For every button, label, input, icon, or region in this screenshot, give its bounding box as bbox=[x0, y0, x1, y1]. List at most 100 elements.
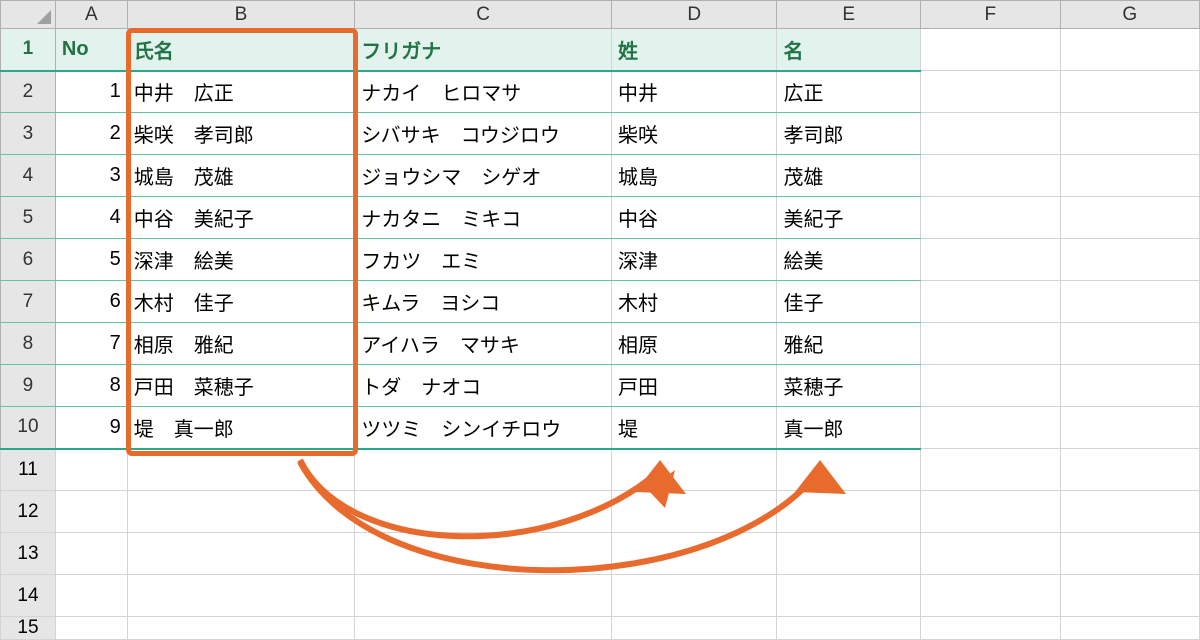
cell-sei[interactable]: 柴咲 bbox=[612, 113, 777, 155]
cell[interactable] bbox=[921, 239, 1060, 281]
cell-no[interactable]: 1 bbox=[55, 71, 127, 113]
cell[interactable] bbox=[355, 491, 612, 533]
cell-name[interactable]: 中谷 美紀子 bbox=[127, 197, 355, 239]
cell[interactable] bbox=[1060, 281, 1199, 323]
cell-name[interactable]: 城島 茂雄 bbox=[127, 155, 355, 197]
cell[interactable] bbox=[921, 29, 1060, 71]
row-header-2[interactable]: 2 bbox=[1, 71, 56, 113]
col-header-D[interactable]: D bbox=[612, 1, 777, 29]
cell[interactable] bbox=[612, 575, 777, 617]
header-mei[interactable]: 名 bbox=[777, 29, 921, 71]
cell[interactable] bbox=[921, 575, 1060, 617]
row-header-6[interactable]: 6 bbox=[1, 239, 56, 281]
cell[interactable] bbox=[777, 449, 921, 491]
cell[interactable] bbox=[921, 617, 1060, 640]
cell-no[interactable]: 5 bbox=[55, 239, 127, 281]
cell-mei[interactable]: 佳子 bbox=[777, 281, 921, 323]
cell-furigana[interactable]: フカツ エミ bbox=[355, 239, 612, 281]
cell-sei[interactable]: 中井 bbox=[612, 71, 777, 113]
cell[interactable] bbox=[921, 155, 1060, 197]
col-header-E[interactable]: E bbox=[777, 1, 921, 29]
col-header-G[interactable]: G bbox=[1060, 1, 1199, 29]
cell-furigana[interactable]: アイハラ マサキ bbox=[355, 323, 612, 365]
cell[interactable] bbox=[355, 449, 612, 491]
cell-mei[interactable]: 広正 bbox=[777, 71, 921, 113]
cell[interactable] bbox=[55, 449, 127, 491]
cell[interactable] bbox=[355, 575, 612, 617]
cell[interactable] bbox=[1060, 71, 1199, 113]
cell[interactable] bbox=[921, 281, 1060, 323]
cell[interactable] bbox=[355, 617, 612, 640]
cell[interactable] bbox=[612, 533, 777, 575]
cell-no[interactable]: 9 bbox=[55, 407, 127, 449]
cell[interactable] bbox=[1060, 113, 1199, 155]
row-header-5[interactable]: 5 bbox=[1, 197, 56, 239]
cell-mei[interactable]: 茂雄 bbox=[777, 155, 921, 197]
row-header-3[interactable]: 3 bbox=[1, 113, 56, 155]
cell[interactable] bbox=[127, 575, 355, 617]
cell-mei[interactable]: 美紀子 bbox=[777, 197, 921, 239]
cell[interactable] bbox=[1060, 617, 1199, 640]
cell[interactable] bbox=[921, 113, 1060, 155]
cell[interactable] bbox=[1060, 407, 1199, 449]
cell[interactable] bbox=[1060, 29, 1199, 71]
cell[interactable] bbox=[55, 533, 127, 575]
row-header-15[interactable]: 15 bbox=[1, 617, 56, 640]
header-sei[interactable]: 姓 bbox=[612, 29, 777, 71]
cell-sei[interactable]: 深津 bbox=[612, 239, 777, 281]
row-header-9[interactable]: 9 bbox=[1, 365, 56, 407]
cell-mei[interactable]: 菜穂子 bbox=[777, 365, 921, 407]
header-name[interactable]: 氏名 bbox=[127, 29, 355, 71]
row-header-1[interactable]: 1 bbox=[1, 29, 56, 71]
col-header-C[interactable]: C bbox=[355, 1, 612, 29]
col-header-B[interactable]: B bbox=[127, 1, 355, 29]
cell-furigana[interactable]: ジョウシマ シゲオ bbox=[355, 155, 612, 197]
cell[interactable] bbox=[921, 197, 1060, 239]
row-header-11[interactable]: 11 bbox=[1, 449, 56, 491]
cell-sei[interactable]: 城島 bbox=[612, 155, 777, 197]
cell[interactable] bbox=[1060, 533, 1199, 575]
cell-name[interactable]: 戸田 菜穂子 bbox=[127, 365, 355, 407]
cell[interactable] bbox=[1060, 575, 1199, 617]
cell-furigana[interactable]: シバサキ コウジロウ bbox=[355, 113, 612, 155]
cell[interactable] bbox=[1060, 155, 1199, 197]
cell[interactable] bbox=[777, 533, 921, 575]
row-header-10[interactable]: 10 bbox=[1, 407, 56, 449]
cell[interactable] bbox=[1060, 491, 1199, 533]
row-header-4[interactable]: 4 bbox=[1, 155, 56, 197]
cell[interactable] bbox=[777, 491, 921, 533]
cell-furigana[interactable]: トダ ナオコ bbox=[355, 365, 612, 407]
cell[interactable] bbox=[127, 617, 355, 640]
cell[interactable] bbox=[612, 617, 777, 640]
cell-sei[interactable]: 相原 bbox=[612, 323, 777, 365]
cell-mei[interactable]: 真一郎 bbox=[777, 407, 921, 449]
row-header-7[interactable]: 7 bbox=[1, 281, 56, 323]
cell-no[interactable]: 8 bbox=[55, 365, 127, 407]
cell-mei[interactable]: 雅紀 bbox=[777, 323, 921, 365]
spreadsheet[interactable]: A B C D E F G 1 No 氏名 フリガナ 姓 名 2 1 中井 広正… bbox=[0, 0, 1200, 640]
cell[interactable] bbox=[921, 491, 1060, 533]
header-furigana[interactable]: フリガナ bbox=[355, 29, 612, 71]
cell[interactable] bbox=[921, 71, 1060, 113]
cell[interactable] bbox=[921, 407, 1060, 449]
cell-mei[interactable]: 絵美 bbox=[777, 239, 921, 281]
col-header-F[interactable]: F bbox=[921, 1, 1060, 29]
cell-name[interactable]: 堤 真一郎 bbox=[127, 407, 355, 449]
cell[interactable] bbox=[55, 575, 127, 617]
cell[interactable] bbox=[1060, 239, 1199, 281]
row-header-14[interactable]: 14 bbox=[1, 575, 56, 617]
cell[interactable] bbox=[127, 449, 355, 491]
cell[interactable] bbox=[1060, 365, 1199, 407]
cell[interactable] bbox=[127, 533, 355, 575]
cell[interactable] bbox=[55, 491, 127, 533]
cell-furigana[interactable]: ナカタニ ミキコ bbox=[355, 197, 612, 239]
cell[interactable] bbox=[777, 617, 921, 640]
cell[interactable] bbox=[921, 365, 1060, 407]
header-no[interactable]: No bbox=[55, 29, 127, 71]
cell-name[interactable]: 木村 佳子 bbox=[127, 281, 355, 323]
cell[interactable] bbox=[612, 449, 777, 491]
cell-mei[interactable]: 孝司郎 bbox=[777, 113, 921, 155]
cell-sei[interactable]: 堤 bbox=[612, 407, 777, 449]
cell-name[interactable]: 深津 絵美 bbox=[127, 239, 355, 281]
cell-name[interactable]: 相原 雅紀 bbox=[127, 323, 355, 365]
